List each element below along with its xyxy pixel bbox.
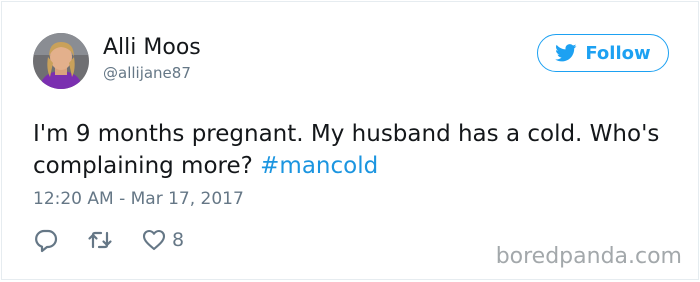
twitter-bird-icon [555,44,577,62]
like-count: 8 [172,229,185,251]
tweet-actions: 8 [33,227,212,253]
follow-button[interactable]: Follow [537,34,669,72]
reply-button[interactable] [33,227,59,253]
author-name[interactable]: Alli Moos [103,35,201,60]
tweet-text: I'm 9 months pregnant. My husband has a … [33,118,673,182]
follow-label: Follow [585,42,651,64]
tweet-card: Alli Moos @allijane87 Follow I'm 9 month… [1,1,699,280]
like-button[interactable]: 8 [141,227,184,253]
retweet-icon [88,231,112,249]
author-handle[interactable]: @allijane87 [103,64,191,82]
hashtag-link[interactable]: #mancold [260,153,378,179]
heart-icon [142,229,166,251]
watermark-text: boredpanda.com [495,244,682,269]
avatar[interactable] [33,33,89,89]
tweet-timestamp[interactable]: 12:20 AM - Mar 17, 2017 [33,189,244,209]
retweet-button[interactable] [87,227,113,253]
reply-icon [35,229,58,253]
